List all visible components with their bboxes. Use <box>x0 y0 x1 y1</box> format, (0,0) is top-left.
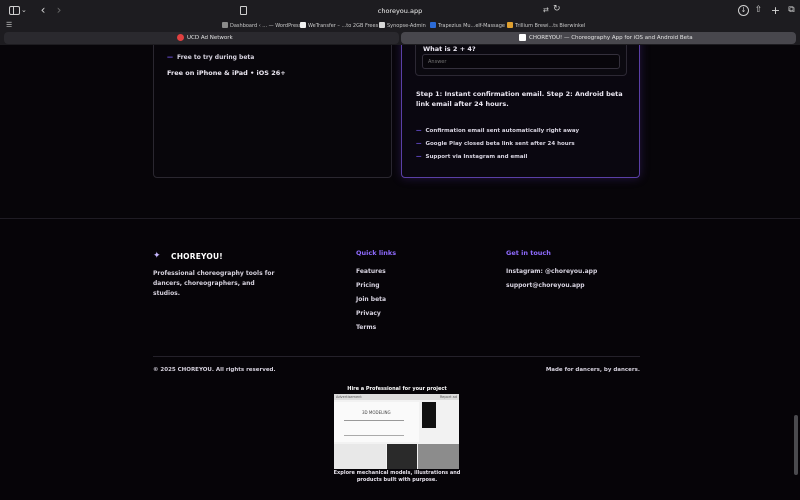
quick-links-heading: Quick links <box>356 249 397 257</box>
footer-divider <box>153 356 640 357</box>
platform-line: Free on iPhone & iPad • iOS 26+ <box>167 69 286 77</box>
feature-item: — Support via Instagram and email <box>416 154 528 160</box>
beta-signup-card: What is 2 + 4? Step 1: Instant confirmat… <box>401 45 640 178</box>
footer-link-privacy[interactable]: Privacy <box>356 310 381 317</box>
footer-tagline: Professional choreography tools for danc… <box>153 270 275 297</box>
feature-item: — Google Play closed beta link sent after… <box>416 141 575 147</box>
chevron-right-icon: › <box>56 3 62 17</box>
footer-link-terms[interactable]: Terms <box>356 324 376 331</box>
captcha-answer-input[interactable] <box>422 54 620 69</box>
ad-image-text: 3D MODELING <box>362 410 391 415</box>
favorite-item[interactable]: Trillium Brewi...ts Bierwinkel <box>507 22 585 30</box>
captcha-box: What is 2 + 4? <box>415 45 627 76</box>
ad-image-dark <box>387 444 417 469</box>
ad-title: Hire a Professional for your project <box>347 386 447 392</box>
footer-link-features[interactable]: Features <box>356 268 386 275</box>
ad-report-link[interactable]: Report ad <box>440 394 457 400</box>
ad-caption: Explore mechanical models, illustrations… <box>333 470 461 483</box>
favorite-item[interactable]: Synopse-Admin <box>379 22 426 30</box>
dash-icon: — <box>416 141 422 147</box>
dash-icon: — <box>167 54 173 61</box>
browser-toolbar: ⌄ ‹ › choreyou.app ⇄ ↻ ↓ ⇧ + ⧉ <box>0 0 800 21</box>
tab-overview-icon[interactable]: ⧉ <box>786 5 797 16</box>
ad-image-3d-model: 3D MODELING <box>334 402 419 442</box>
dash-icon: — <box>416 154 422 160</box>
footer-link-pricing[interactable]: Pricing <box>356 282 380 289</box>
copyright-text: © 2025 CHOREYOU. All rights reserved. <box>153 367 276 373</box>
footer-link-join-beta[interactable]: Join beta <box>356 296 386 303</box>
page-menu-icon[interactable] <box>240 6 247 15</box>
chevron-down-icon: ⌄ <box>21 6 27 14</box>
back-button[interactable]: ‹ <box>36 4 50 17</box>
favorites-bar: ☰ Dashboard ‹ ... — WordPress WeTransfer… <box>0 21 800 31</box>
translate-icon[interactable]: ⇄ <box>543 6 549 14</box>
reload-icon[interactable]: ↻ <box>553 4 561 14</box>
captcha-question: What is 2 + 4? <box>423 45 476 53</box>
tab-ucd-ad-network[interactable]: UCD Ad Network <box>4 32 399 44</box>
favorite-item[interactable]: WeTransfer – ...to 2GB Frees <box>300 22 378 30</box>
favorite-item[interactable]: Trapezius Mu...elf-Massage <box>430 22 505 30</box>
beta-steps-text: Step 1: Instant confirmation email. Step… <box>416 90 623 108</box>
wetransfer-icon <box>300 22 306 28</box>
chevron-left-icon: ‹ <box>40 3 46 17</box>
address-bar[interactable]: choreyou.app <box>300 5 500 17</box>
sidebar-toggle-button[interactable]: ⌄ <box>6 4 28 17</box>
tab-choreyou[interactable]: CHOREYOU! — Choreography App for iOS and… <box>401 32 796 44</box>
site-footer: ✦ CHOREYOU! Professional choreography to… <box>0 219 800 500</box>
brand-name: CHOREYOU! <box>171 252 223 261</box>
ad-banner[interactable]: Advertisement Report ad 3D MODELING <box>334 394 459 469</box>
page-viewport: — Free to try during beta Free on iPhone … <box>0 45 800 500</box>
page-scrollbar[interactable] <box>794 415 798 475</box>
dancer-logo-icon: ✦ <box>153 251 161 261</box>
instagram-link[interactable]: Instagram: @choreyou.app <box>506 268 597 275</box>
share-icon[interactable]: ⇧ <box>753 5 764 16</box>
dash-icon: — <box>416 128 422 134</box>
trillium-icon <box>507 22 513 28</box>
synopse-icon <box>379 22 385 28</box>
tab-bar: UCD Ad Network CHOREYOU! — Choreography … <box>0 31 800 45</box>
new-tab-icon[interactable]: + <box>770 5 781 16</box>
grid-icon[interactable]: ☰ <box>6 21 12 30</box>
wordpress-icon <box>222 22 228 28</box>
contact-heading: Get in touch <box>506 249 551 257</box>
ad-image-illustration <box>334 444 386 469</box>
feature-item: — Free to try during beta <box>167 54 255 61</box>
ad-image-poster <box>422 402 436 428</box>
choreyou-favicon-icon <box>519 33 526 41</box>
word-doc-icon <box>430 22 436 28</box>
sidebar-icon <box>9 6 20 15</box>
ad-header: Advertisement Report ad <box>334 394 459 400</box>
pricing-card-ios: — Free to try during beta Free on iPhone … <box>153 45 392 178</box>
ucd-favicon-icon <box>177 33 184 41</box>
feature-item: — Confirmation email sent automatically r… <box>416 128 580 134</box>
made-for-text: Made for dancers, by dancers. <box>545 367 640 373</box>
ad-label: Advertisement <box>336 395 362 399</box>
ad-image-product <box>418 444 459 469</box>
forward-button[interactable]: › <box>52 4 66 17</box>
favorite-item[interactable]: Dashboard ‹ ... — WordPress <box>222 22 301 30</box>
download-icon[interactable]: ↓ <box>738 5 749 16</box>
support-email-link[interactable]: support@choreyou.app <box>506 282 585 289</box>
